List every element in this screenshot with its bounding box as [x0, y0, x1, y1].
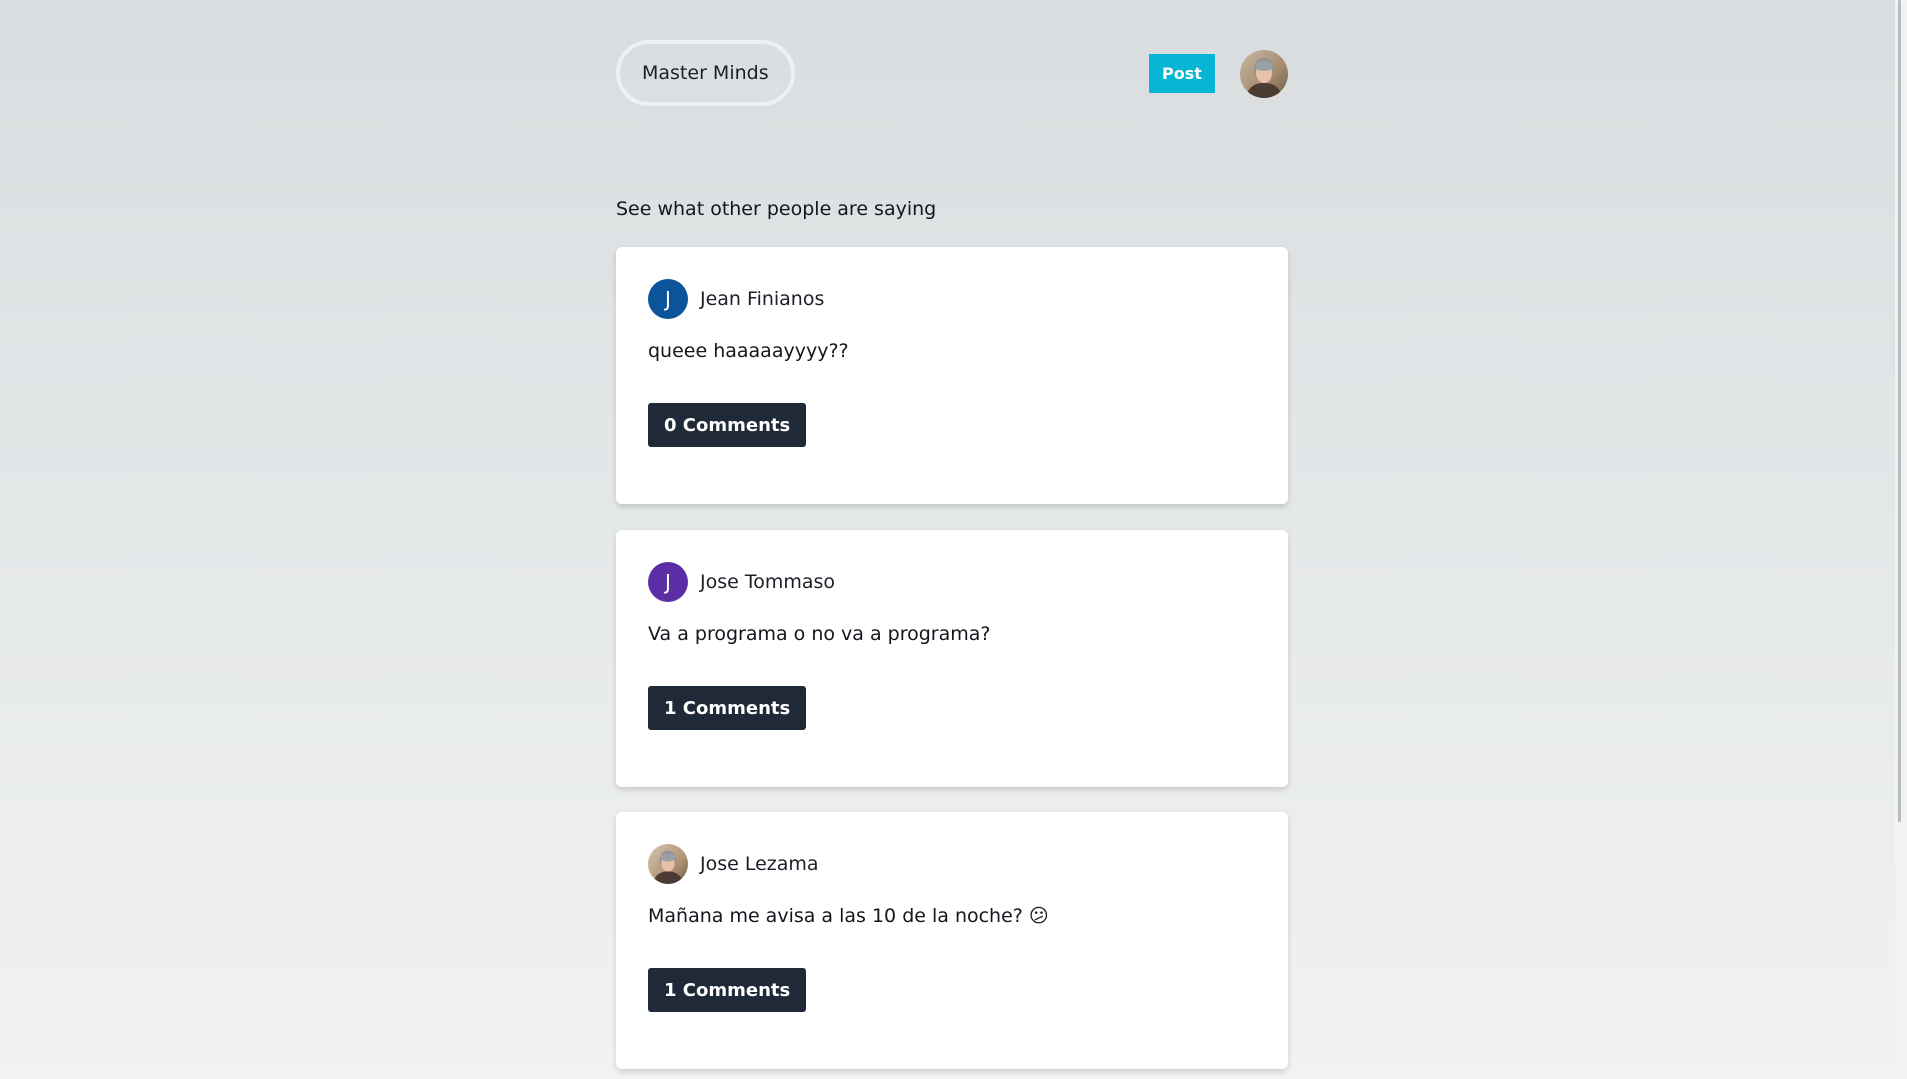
post-text: Va a programa o no va a programa?	[648, 623, 991, 645]
scrollbar-thumb[interactable]	[1898, 0, 1901, 822]
main-container: Master Minds Post See what other people …	[616, 0, 1288, 1069]
comments-button[interactable]: 1 Comments	[648, 968, 807, 1012]
comments-button-label: 0 Comments	[664, 414, 791, 436]
feed-title: See what other people are saying	[616, 198, 937, 220]
user-photo-icon	[1240, 50, 1288, 98]
post-card: Jose Lezama Mañana me avisa a las 10 de …	[616, 812, 1288, 1069]
brand-logo-link[interactable]: Master Minds	[616, 40, 795, 106]
comments-button-label: 1 Comments	[664, 697, 791, 719]
post-author: J Jean Finianos	[648, 279, 824, 319]
post-text: Mañana me avisa a las 10 de la noche? 😕	[648, 905, 1049, 927]
author-initial-avatar: J	[648, 279, 688, 319]
comments-button[interactable]: 0 Comments	[648, 403, 807, 447]
author-photo-avatar	[648, 844, 688, 884]
author-name: Jose Tommaso	[700, 571, 836, 593]
post-text: queee haaaaayyyy??	[648, 340, 849, 362]
brand-name: Master Minds	[642, 62, 769, 84]
post-author: Jose Lezama	[648, 844, 819, 884]
page-scrollbar[interactable]	[1895, 0, 1907, 1079]
post-button[interactable]: Post	[1149, 54, 1215, 93]
user-avatar[interactable]	[1240, 50, 1288, 98]
author-name: Jose Lezama	[700, 853, 819, 875]
author-name: Jean Finianos	[700, 288, 825, 310]
post-author: J Jose Tommaso	[648, 562, 835, 602]
comments-button-label: 1 Comments	[664, 979, 791, 1001]
post-card: J Jose Tommaso Va a programa o no va a p…	[616, 530, 1288, 787]
author-initial-avatar: J	[648, 562, 688, 602]
author-photo-icon	[648, 844, 688, 884]
post-button-label: Post	[1162, 64, 1202, 83]
top-header: Master Minds Post	[616, 0, 1288, 120]
comments-button[interactable]: 1 Comments	[648, 686, 807, 730]
post-card: J Jean Finianos queee haaaaayyyy?? 0 Com…	[616, 247, 1288, 504]
